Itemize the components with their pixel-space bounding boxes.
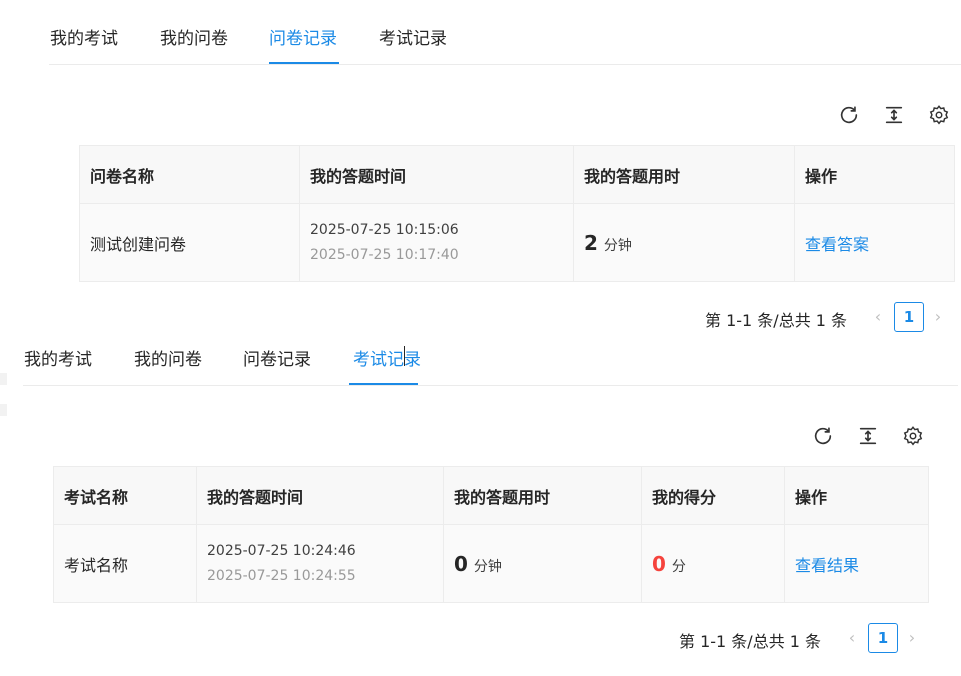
duration-value: 2 [584,230,598,255]
active-tab-indicator [269,62,339,64]
column-header-duration: 我的答题用时 [573,145,795,204]
setting-icon[interactable] [928,104,950,126]
table-row: 考试名称 2025-07-25 10:24:46 2025-07-25 10:2… [53,524,929,603]
active-tab-indicator [349,383,418,385]
next-page-icon[interactable]: › [902,625,922,651]
pagination-total: 第 1-1 条/总共 1 条 [679,632,822,651]
setting-icon[interactable] [902,425,924,447]
tab-exam-records[interactable]: 考试记录 [353,345,421,370]
start-time: 2025-07-25 10:24:46 [207,543,356,559]
tab-survey-records[interactable]: 问卷记录 [269,24,337,49]
duration-unit: 分钟 [603,237,632,254]
end-time: 2025-07-25 10:17:40 [310,247,459,263]
table-header-row: 考试名称 我的答题时间 我的答题用时 我的得分 操作 [53,466,929,525]
duration-cell: 0 分钟 [443,524,642,603]
tab-my-exams[interactable]: 我的考试 [24,345,92,370]
survey-panel-tabs: 我的考试 我的问卷 问卷记录 考试记录 [49,0,961,65]
column-height-icon[interactable] [857,425,879,447]
duration-unit: 分钟 [473,558,502,575]
column-header-exam-name: 考试名称 [53,466,197,525]
reload-icon[interactable] [812,425,834,447]
exam-name-cell: 考试名称 [53,524,197,603]
column-header-survey-name: 问卷名称 [79,145,300,204]
tab-survey-records[interactable]: 问卷记录 [243,345,311,370]
score-cell: 0分 [641,524,785,603]
exam-record-panel: 我的考试 我的问卷 问卷记录 考试记录 考试名称 我的答题时间 我的答题用时 我… [0,321,961,676]
tab-my-surveys[interactable]: 我的问卷 [160,24,228,49]
score-unit: 分 [671,558,686,575]
column-header-score: 我的得分 [641,466,785,525]
actions-cell: 查看答案 [794,203,955,282]
actions-cell: 查看结果 [784,524,929,603]
column-header-answer-time: 我的答题时间 [299,145,574,204]
start-time: 2025-07-25 10:15:06 [310,222,459,238]
tab-my-exams[interactable]: 我的考试 [50,24,118,49]
exam-panel-tabs: 我的考试 我的问卷 问卷记录 考试记录 [23,321,958,386]
column-header-answer-time: 我的答题时间 [196,466,444,525]
survey-name-cell: 测试创建问卷 [79,203,300,282]
duration-cell: 2 分钟 [573,203,795,282]
table-header-row: 问卷名称 我的答题时间 我的答题用时 操作 [79,145,955,204]
survey-record-panel: 我的考试 我的问卷 问卷记录 考试记录 问卷名称 我的答题时间 我的答题用时 操… [0,0,961,340]
prev-page-icon[interactable]: ‹ [842,625,862,651]
survey-record-table: 问卷名称 我的答题时间 我的答题用时 操作 测试创建问卷 2025-07-25 … [79,145,955,282]
column-header-actions: 操作 [784,466,929,525]
answer-time-cell: 2025-07-25 10:15:06 2025-07-25 10:17:40 [299,203,574,282]
tab-my-surveys[interactable]: 我的问卷 [134,345,202,370]
table-row: 测试创建问卷 2025-07-25 10:15:06 2025-07-25 10… [79,203,955,282]
text-cursor [404,346,405,366]
exam-record-table: 考试名称 我的答题时间 我的答题用时 我的得分 操作 考试名称 2025-07-… [53,466,929,603]
end-time: 2025-07-25 10:24:55 [207,568,356,584]
exam-pagination: 第 1-1 条/总共 1 条 ‹ 1 › [679,623,935,653]
column-header-duration: 我的答题用时 [443,466,642,525]
view-answers-link[interactable]: 查看答案 [805,235,869,254]
reload-icon[interactable] [838,104,860,126]
answer-time-cell: 2025-07-25 10:24:46 2025-07-25 10:24:55 [196,524,444,603]
duration-value: 0 [454,551,468,576]
view-results-link[interactable]: 查看结果 [795,556,859,575]
column-height-icon[interactable] [883,104,905,126]
score-value: 0 [652,551,666,576]
page-1-button[interactable]: 1 [868,623,898,653]
column-header-actions: 操作 [794,145,955,204]
tab-exam-records[interactable]: 考试记录 [379,24,447,49]
